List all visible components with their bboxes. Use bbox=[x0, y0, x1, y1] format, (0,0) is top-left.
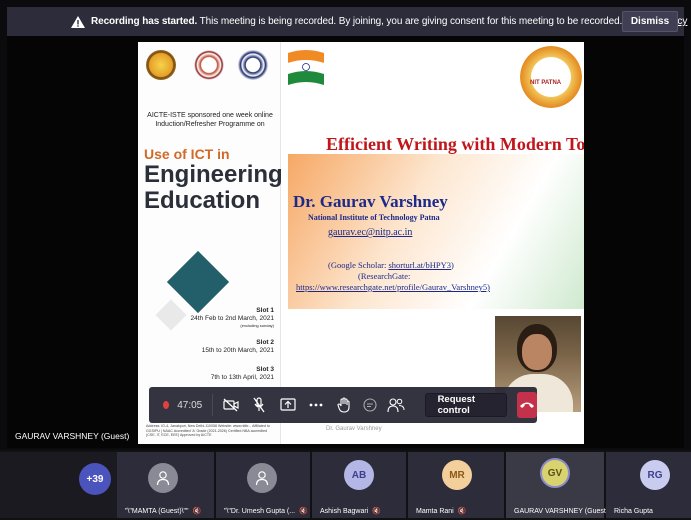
participants-strip: +39 "\"MAMTA (Guest)\"" 🔇 "\"Dr. Umesh Gu… bbox=[0, 450, 691, 520]
mic-muted-icon: 🔇 bbox=[457, 508, 467, 515]
hang-up-icon bbox=[519, 402, 534, 408]
google-scholar-line: (Google Scholar: shorturl.at/bHPY3) bbox=[328, 260, 454, 270]
participant-name: Mamta Rani 🔇 bbox=[416, 507, 467, 516]
avatar bbox=[148, 463, 178, 493]
participant-tile[interactable]: AB Ashish Bagwari 🔇 bbox=[312, 452, 406, 518]
poster-footer: Address: IG-4, Janakpuri, New Delhi-1100… bbox=[146, 424, 270, 437]
iste-logo bbox=[238, 50, 268, 80]
avatar: MR bbox=[442, 460, 472, 490]
slot-dates: 15th to 20th March, 2021 bbox=[201, 347, 274, 354]
aicte-logo bbox=[146, 50, 176, 80]
scholar-label: (Google Scholar: bbox=[328, 260, 389, 270]
slide-title: Efficient Writing with Modern Tools bbox=[326, 134, 584, 154]
participant-tile-active[interactable]: GV GAURAV VARSHNEY (Guest) bbox=[506, 452, 608, 518]
raise-hand-icon bbox=[337, 397, 350, 413]
participant-tile[interactable]: "\"MAMTA (Guest)\"" 🔇 bbox=[117, 452, 214, 518]
scholar-close: ) bbox=[451, 260, 454, 270]
shared-screen-stage: AICTE-ISTE sponsored one week online Ind… bbox=[7, 36, 684, 448]
slot-title: Slot 3 bbox=[256, 366, 274, 373]
slot-title: Slot 2 bbox=[256, 339, 274, 346]
slot-dates: 7th to 13th April, 2021 bbox=[210, 374, 274, 381]
more-dots-icon bbox=[309, 403, 323, 407]
mute-button[interactable] bbox=[249, 392, 269, 418]
nitttr-logo bbox=[194, 50, 224, 80]
recording-message: Recording has started. This meeting is b… bbox=[91, 16, 622, 27]
participant-name-text: "\"MAMTA (Guest)\"" bbox=[125, 507, 189, 515]
person-icon bbox=[156, 471, 170, 486]
share-screen-icon bbox=[279, 398, 296, 411]
poster-education: Education bbox=[144, 187, 261, 214]
share-screen-button[interactable] bbox=[277, 392, 297, 418]
participant-name-text: Richa Gupta bbox=[614, 508, 653, 515]
avatar bbox=[247, 463, 277, 493]
participant-name-text: Ashish Bagwari bbox=[320, 507, 369, 515]
researchgate-label: (ResearchGate: bbox=[358, 271, 411, 281]
recording-banner: Recording has started. This meeting is b… bbox=[7, 7, 687, 36]
more-actions-button[interactable] bbox=[306, 392, 326, 418]
recording-text: This meeting is being recorded. By joini… bbox=[197, 16, 623, 27]
warning-icon bbox=[71, 15, 85, 28]
people-icon bbox=[387, 398, 405, 413]
mic-muted-icon: 🔇 bbox=[192, 508, 202, 515]
nit-patna-label: NIT PATNA bbox=[530, 80, 562, 86]
recording-strong: Recording has started. bbox=[91, 16, 198, 27]
controls-divider bbox=[212, 394, 214, 416]
participants-button[interactable] bbox=[386, 392, 406, 418]
more-participants-button[interactable]: +39 bbox=[79, 463, 111, 495]
participant-name: Ashish Bagwari 🔇 bbox=[320, 507, 381, 516]
poster-use-ict: Use of ICT in bbox=[144, 146, 230, 162]
participant-name: Richa Gupta bbox=[614, 508, 653, 515]
chat-button[interactable] bbox=[360, 392, 380, 418]
mic-muted-icon: 🔇 bbox=[372, 508, 381, 515]
avatar: AB bbox=[344, 460, 374, 490]
speaker-name: Dr. Gaurav Varshney bbox=[293, 192, 448, 211]
participant-tile[interactable]: "\"Dr. Umesh Gupta (... 🔇 bbox=[216, 452, 310, 518]
speaker-email: gaurav.ec@nitp.ac.in bbox=[328, 227, 413, 238]
slot-title: Slot 1 bbox=[256, 307, 274, 314]
india-flag-image bbox=[286, 47, 326, 89]
scholar-link: shorturl.at/bHPY3 bbox=[388, 260, 452, 270]
researchgate-link: https://www.researchgate.net/profile/Gau… bbox=[296, 282, 490, 292]
call-timer: 47:05 bbox=[177, 399, 203, 411]
mic-muted-icon: 🔇 bbox=[299, 508, 308, 515]
call-controls-bar: 47:05 Request control bbox=[149, 387, 538, 423]
recording-indicator-icon bbox=[163, 401, 170, 409]
presentation-slide: AICTE-ISTE sponsored one week online Ind… bbox=[138, 42, 584, 444]
slot-1: Slot 1 24th Feb to 2nd March, 2021 (excl… bbox=[191, 307, 274, 328]
participant-name: "\"MAMTA (Guest)\"" 🔇 bbox=[125, 507, 202, 516]
poster-engineering: Engineering bbox=[144, 161, 283, 188]
request-control-button[interactable]: Request control bbox=[424, 393, 507, 417]
speaker-face bbox=[522, 334, 552, 370]
hang-up-button[interactable] bbox=[516, 392, 538, 418]
raise-hand-button[interactable] bbox=[334, 392, 354, 418]
participant-name: "\"Dr. Umesh Gupta (... 🔇 bbox=[224, 507, 308, 516]
nit-patna-logo bbox=[520, 46, 582, 108]
avatar: RG bbox=[640, 460, 670, 490]
poster-subtitle: AICTE-ISTE sponsored one week online Ind… bbox=[147, 112, 273, 128]
poster-heading: Engineering Education bbox=[144, 162, 283, 214]
participant-name-text: GAURAV VARSHNEY (Guest) bbox=[514, 508, 609, 515]
camera-off-button[interactable] bbox=[221, 392, 241, 418]
program-poster: AICTE-ISTE sponsored one week online Ind… bbox=[138, 42, 283, 444]
slot-dates: 24th Feb to 2nd March, 2021 bbox=[190, 315, 274, 322]
presenter-name-label: GAURAV VARSHNEY (Guest) bbox=[15, 431, 130, 441]
slot-note: (excluding sunday) bbox=[240, 323, 274, 328]
participant-name-text: "\"Dr. Umesh Gupta (... bbox=[224, 507, 296, 515]
mic-off-icon bbox=[253, 397, 265, 413]
more-participants-tile: +39 bbox=[0, 452, 117, 518]
participant-name-text: Mamta Rani bbox=[416, 507, 454, 515]
chat-icon bbox=[363, 398, 377, 412]
camera-off-icon bbox=[223, 398, 239, 412]
speaker-institute: National Institute of Technology Patna bbox=[308, 213, 440, 222]
slot-3: Slot 3 7th to 13th April, 2021 bbox=[211, 366, 274, 382]
participant-tile[interactable]: MR Mamta Rani 🔇 bbox=[408, 452, 504, 518]
decorative-diamond-small bbox=[155, 299, 187, 331]
slot-2: Slot 2 15th to 20th March, 2021 bbox=[202, 339, 274, 355]
participant-tile[interactable]: RG Richa Gupta bbox=[606, 452, 691, 518]
faint-speaker-name: Dr. Gaurav Varshney bbox=[326, 426, 382, 432]
person-icon bbox=[255, 471, 269, 486]
participant-name: GAURAV VARSHNEY (Guest) bbox=[514, 508, 608, 515]
avatar: GV bbox=[540, 458, 570, 488]
dismiss-button[interactable]: Dismiss bbox=[622, 11, 678, 32]
